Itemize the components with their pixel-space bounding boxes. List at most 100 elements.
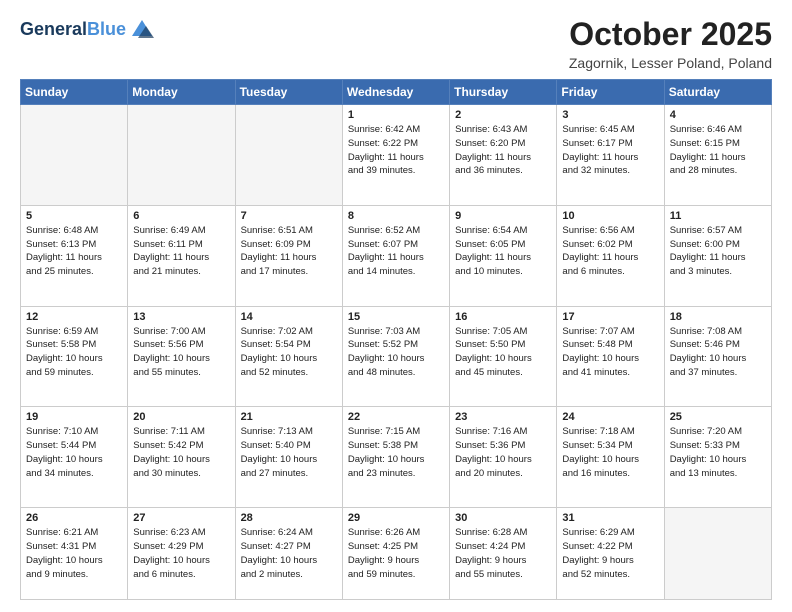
day-number: 26 [26, 512, 122, 524]
day-number: 21 [241, 411, 337, 423]
day-number: 24 [562, 411, 658, 423]
table-row: 22Sunrise: 7:15 AM Sunset: 5:38 PM Dayli… [342, 407, 449, 508]
logo: GeneralBlue [20, 16, 156, 44]
day-info: Sunrise: 6:21 AM Sunset: 4:31 PM Dayligh… [26, 526, 122, 581]
table-row: 5 Sunrise: 6:48 AM Sunset: 6:13 PM Daylig… [21, 205, 128, 306]
day-info: Sunrise: 7:10 AM Sunset: 5:44 PM Dayligh… [26, 425, 122, 480]
day-number: 15 [348, 311, 444, 323]
day-info: Sunrise: 6:48 AM Sunset: 6:13 PM Dayligh… [26, 224, 122, 279]
day-info: Sunrise: 7:08 AM Sunset: 5:46 PM Dayligh… [670, 325, 766, 380]
logo-icon [128, 16, 156, 44]
calendar-week-row: 12 Sunrise: 6:59 AM Sunset: 5:58 PM Dayli… [21, 306, 772, 407]
table-row: 7Sunrise: 6:51 AM Sunset: 6:09 PM Daylig… [235, 205, 342, 306]
day-number: 30 [455, 512, 551, 524]
day-info: Sunrise: 6:56 AM Sunset: 6:02 PM Dayligh… [562, 224, 658, 279]
table-row: 17Sunrise: 7:07 AM Sunset: 5:48 PM Dayli… [557, 306, 664, 407]
header-wednesday: Wednesday [342, 80, 449, 105]
table-row: 19 Sunrise: 7:10 AM Sunset: 5:44 PM Dayli… [21, 407, 128, 508]
day-number: 27 [133, 512, 229, 524]
day-info: Sunrise: 7:03 AM Sunset: 5:52 PM Dayligh… [348, 325, 444, 380]
table-row: 11Sunrise: 6:57 AM Sunset: 6:00 PM Dayli… [664, 205, 771, 306]
day-info: Sunrise: 7:00 AM Sunset: 5:56 PM Dayligh… [133, 325, 229, 380]
header-tuesday: Tuesday [235, 80, 342, 105]
calendar-week-row: 1 Sunrise: 6:42 AM Sunset: 6:22 PM Daylig… [21, 105, 772, 206]
day-info: Sunrise: 6:57 AM Sunset: 6:00 PM Dayligh… [670, 224, 766, 279]
day-info: Sunrise: 6:26 AM Sunset: 4:25 PM Dayligh… [348, 526, 444, 581]
day-info: Sunrise: 7:02 AM Sunset: 5:54 PM Dayligh… [241, 325, 337, 380]
day-info: Sunrise: 7:11 AM Sunset: 5:42 PM Dayligh… [133, 425, 229, 480]
title-block: October 2025 Zagornik, Lesser Poland, Po… [569, 16, 772, 71]
day-info: Sunrise: 7:05 AM Sunset: 5:50 PM Dayligh… [455, 325, 551, 380]
day-info: Sunrise: 6:43 AM Sunset: 6:20 PM Dayligh… [455, 123, 551, 178]
table-row: 15 Sunrise: 7:03 AM Sunset: 5:52 PM Dayli… [342, 306, 449, 407]
weekday-header-row: Sunday Monday Tuesday Wednesday Thursday… [21, 80, 772, 105]
table-row: 31Sunrise: 6:29 AM Sunset: 4:22 PM Dayli… [557, 508, 664, 600]
day-number: 6 [133, 210, 229, 222]
day-info: Sunrise: 7:18 AM Sunset: 5:34 PM Dayligh… [562, 425, 658, 480]
table-row [128, 105, 235, 206]
day-number: 19 [26, 411, 122, 423]
table-row: 27 Sunrise: 6:23 AM Sunset: 4:29 PM Dayli… [128, 508, 235, 600]
day-number: 31 [562, 512, 658, 524]
day-info: Sunrise: 6:28 AM Sunset: 4:24 PM Dayligh… [455, 526, 551, 581]
table-row: 6 Sunrise: 6:49 AM Sunset: 6:11 PM Daylig… [128, 205, 235, 306]
day-number: 5 [26, 210, 122, 222]
day-number: 23 [455, 411, 551, 423]
day-number: 16 [455, 311, 551, 323]
day-number: 18 [670, 311, 766, 323]
day-number: 7 [241, 210, 337, 222]
day-number: 17 [562, 311, 658, 323]
table-row [664, 508, 771, 600]
day-number: 10 [562, 210, 658, 222]
table-row [235, 105, 342, 206]
header-friday: Friday [557, 80, 664, 105]
location: Zagornik, Lesser Poland, Poland [569, 55, 772, 71]
header-sunday: Sunday [21, 80, 128, 105]
day-info: Sunrise: 6:24 AM Sunset: 4:27 PM Dayligh… [241, 526, 337, 581]
day-info: Sunrise: 6:46 AM Sunset: 6:15 PM Dayligh… [670, 123, 766, 178]
table-row: 13 Sunrise: 7:00 AM Sunset: 5:56 PM Dayli… [128, 306, 235, 407]
day-number: 12 [26, 311, 122, 323]
calendar-table: Sunday Monday Tuesday Wednesday Thursday… [20, 79, 772, 600]
day-number: 14 [241, 311, 337, 323]
table-row: 30 Sunrise: 6:28 AM Sunset: 4:24 PM Dayli… [450, 508, 557, 600]
table-row: 12 Sunrise: 6:59 AM Sunset: 5:58 PM Dayli… [21, 306, 128, 407]
day-info: Sunrise: 7:16 AM Sunset: 5:36 PM Dayligh… [455, 425, 551, 480]
table-row: 20 Sunrise: 7:11 AM Sunset: 5:42 PM Dayli… [128, 407, 235, 508]
table-row: 3 Sunrise: 6:45 AM Sunset: 6:17 PM Daylig… [557, 105, 664, 206]
day-number: 4 [670, 109, 766, 121]
table-row: 25 Sunrise: 7:20 AM Sunset: 5:33 PM Dayli… [664, 407, 771, 508]
table-row: 14 Sunrise: 7:02 AM Sunset: 5:54 PM Dayli… [235, 306, 342, 407]
day-info: Sunrise: 6:42 AM Sunset: 6:22 PM Dayligh… [348, 123, 444, 178]
day-number: 20 [133, 411, 229, 423]
table-row: 2 Sunrise: 6:43 AM Sunset: 6:20 PM Daylig… [450, 105, 557, 206]
day-info: Sunrise: 6:54 AM Sunset: 6:05 PM Dayligh… [455, 224, 551, 279]
day-number: 13 [133, 311, 229, 323]
day-number: 1 [348, 109, 444, 121]
header: GeneralBlue October 2025 Zagornik, Lesse… [20, 16, 772, 71]
table-row [21, 105, 128, 206]
table-row: 1 Sunrise: 6:42 AM Sunset: 6:22 PM Daylig… [342, 105, 449, 206]
day-number: 25 [670, 411, 766, 423]
table-row: 9Sunrise: 6:54 AM Sunset: 6:05 PM Daylig… [450, 205, 557, 306]
day-info: Sunrise: 6:52 AM Sunset: 6:07 PM Dayligh… [348, 224, 444, 279]
table-row: 4 Sunrise: 6:46 AM Sunset: 6:15 PM Daylig… [664, 105, 771, 206]
day-info: Sunrise: 6:45 AM Sunset: 6:17 PM Dayligh… [562, 123, 658, 178]
day-info: Sunrise: 7:20 AM Sunset: 5:33 PM Dayligh… [670, 425, 766, 480]
table-row: 23 Sunrise: 7:16 AM Sunset: 5:36 PM Dayli… [450, 407, 557, 508]
day-number: 2 [455, 109, 551, 121]
day-number: 22 [348, 411, 444, 423]
header-monday: Monday [128, 80, 235, 105]
header-thursday: Thursday [450, 80, 557, 105]
table-row: 8Sunrise: 6:52 AM Sunset: 6:07 PM Daylig… [342, 205, 449, 306]
day-info: Sunrise: 6:49 AM Sunset: 6:11 PM Dayligh… [133, 224, 229, 279]
day-number: 3 [562, 109, 658, 121]
table-row: 29Sunrise: 6:26 AM Sunset: 4:25 PM Dayli… [342, 508, 449, 600]
day-info: Sunrise: 6:59 AM Sunset: 5:58 PM Dayligh… [26, 325, 122, 380]
table-row: 18 Sunrise: 7:08 AM Sunset: 5:46 PM Dayli… [664, 306, 771, 407]
day-info: Sunrise: 6:23 AM Sunset: 4:29 PM Dayligh… [133, 526, 229, 581]
table-row: 24 Sunrise: 7:18 AM Sunset: 5:34 PM Dayli… [557, 407, 664, 508]
page: GeneralBlue October 2025 Zagornik, Lesse… [0, 0, 792, 612]
calendar-week-row: 5 Sunrise: 6:48 AM Sunset: 6:13 PM Daylig… [21, 205, 772, 306]
calendar-week-row: 26 Sunrise: 6:21 AM Sunset: 4:31 PM Dayli… [21, 508, 772, 600]
